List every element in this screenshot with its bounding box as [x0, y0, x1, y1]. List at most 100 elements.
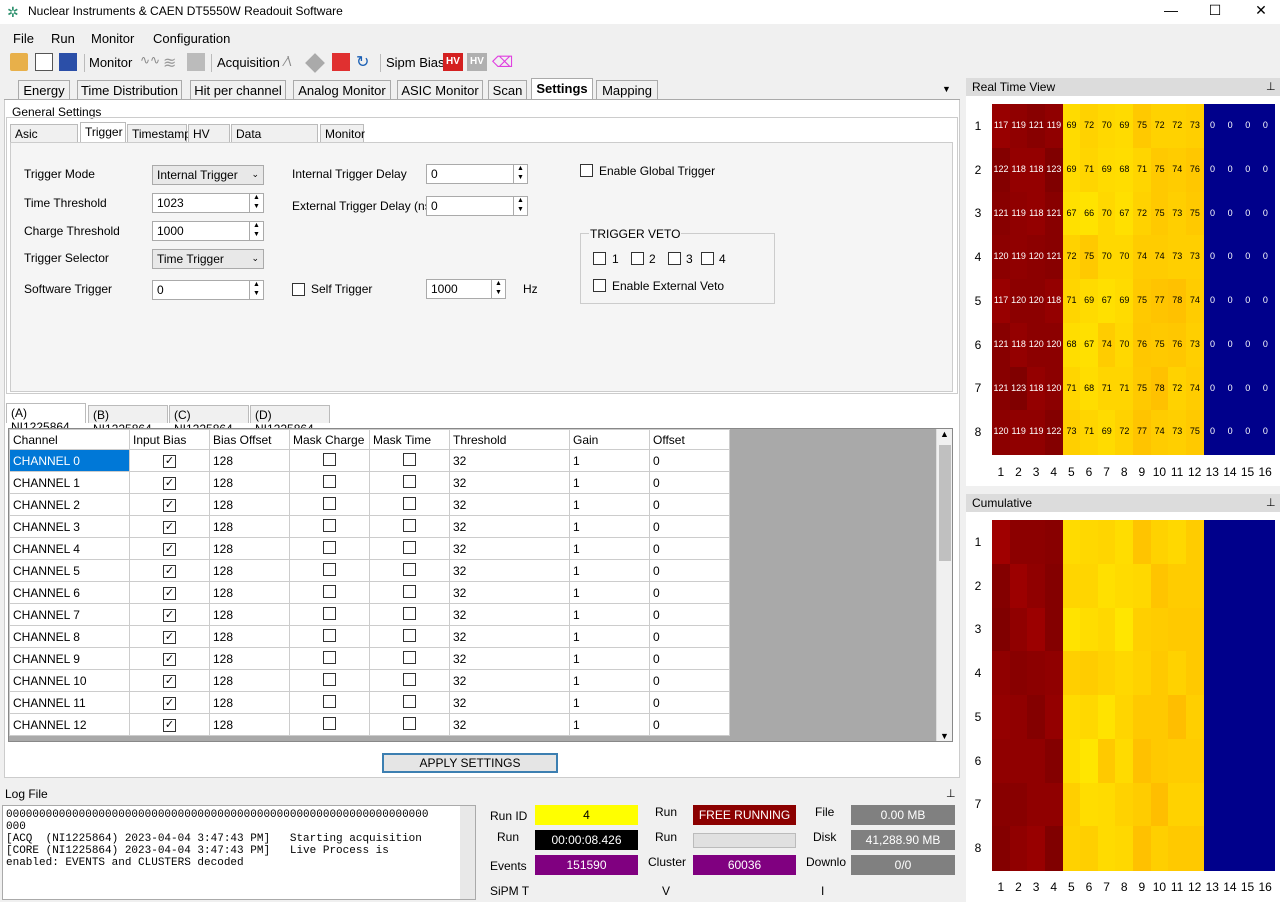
offset-cell[interactable]: 0 [649, 669, 730, 692]
menu-configuration[interactable]: Configuration [153, 31, 230, 46]
input-bias-checkbox[interactable]: ✓ [163, 477, 176, 490]
trigger-mode-select[interactable]: Internal Trigger ⌄ [152, 165, 264, 185]
tab-energy[interactable]: Energy [18, 80, 70, 100]
mask-time-checkbox[interactable] [369, 449, 450, 472]
threshold-cell[interactable]: 32 [449, 471, 570, 494]
mask-time-checkbox[interactable] [369, 603, 450, 626]
tab-asic-monitor[interactable]: ASIC Monitor [397, 80, 483, 100]
tab-analog-monitor[interactable]: Analog Monitor [293, 80, 391, 100]
hv-on-button[interactable]: HV [443, 53, 463, 71]
table-row[interactable]: CHANNEL 2 ✓ 128 32 1 0 [9, 493, 730, 516]
mask-time-checkbox[interactable] [403, 496, 416, 510]
threshold-cell[interactable]: 32 [449, 581, 570, 604]
bias-offset-cell[interactable]: 128 [209, 669, 290, 692]
input-bias-checkbox[interactable]: ✓ [163, 499, 176, 512]
mask-time-checkbox[interactable] [403, 452, 416, 466]
mask-charge-checkbox[interactable] [323, 540, 336, 554]
mask-charge-checkbox[interactable] [323, 672, 336, 686]
channel-name-cell[interactable]: CHANNEL 2 [9, 493, 130, 516]
table-row[interactable]: CHANNEL 4 ✓ 128 32 1 0 [9, 537, 730, 560]
channel-name-cell[interactable]: CHANNEL 8 [9, 625, 130, 648]
waveform-icon[interactable]: ∿∿ [140, 53, 160, 71]
new-file-icon[interactable] [35, 53, 53, 71]
gain-cell[interactable]: 1 [569, 493, 650, 516]
subtab-asic-general[interactable]: Asic General [10, 124, 78, 155]
gain-cell[interactable]: 1 [569, 669, 650, 692]
input-bias-checkbox[interactable]: ✓ [129, 493, 210, 516]
apply-settings-button[interactable]: APPLY SETTINGS [382, 753, 558, 773]
mask-charge-checkbox[interactable] [289, 581, 370, 604]
gain-cell[interactable]: 1 [569, 625, 650, 648]
table-row[interactable]: CHANNEL 1 ✓ 128 32 1 0 [9, 471, 730, 494]
channel-name-cell[interactable]: CHANNEL 6 [9, 581, 130, 604]
column-header[interactable]: Threshold [449, 429, 570, 450]
mask-charge-checkbox[interactable] [323, 606, 336, 620]
channel-name-cell[interactable]: CHANNEL 4 [9, 537, 130, 560]
bias-offset-cell[interactable]: 128 [209, 691, 290, 714]
subtab-data-processing[interactable]: Data Processing [231, 124, 318, 155]
tab-hit-per-channel[interactable]: Hit per channel [190, 80, 286, 100]
mask-time-checkbox[interactable] [403, 672, 416, 686]
bias-offset-cell[interactable]: 128 [209, 515, 290, 538]
mask-charge-checkbox[interactable] [323, 452, 336, 466]
channel-tab-d[interactable]: (D) NI1225864 [250, 405, 330, 436]
input-bias-checkbox[interactable]: ✓ [163, 653, 176, 666]
input-bias-checkbox[interactable]: ✓ [163, 565, 176, 578]
column-header[interactable]: Input Bias [129, 429, 210, 450]
bias-offset-cell[interactable]: 128 [209, 581, 290, 604]
stop-acquisition-icon[interactable] [332, 53, 350, 71]
subtab-timestamp[interactable]: Timestamp [127, 124, 191, 142]
tab-scan[interactable]: Scan [488, 80, 527, 100]
mask-time-checkbox[interactable] [403, 540, 416, 554]
realtime-pin-icon[interactable]: ⊥ [1266, 80, 1276, 93]
input-bias-checkbox[interactable]: ✓ [129, 669, 210, 692]
gain-cell[interactable]: 1 [569, 471, 650, 494]
mask-time-checkbox[interactable] [369, 493, 450, 516]
input-bias-checkbox[interactable]: ✓ [129, 559, 210, 582]
offset-cell[interactable]: 0 [649, 713, 730, 736]
mask-charge-checkbox[interactable] [289, 691, 370, 714]
mask-charge-checkbox[interactable] [289, 625, 370, 648]
hv-off-button[interactable]: HV [467, 53, 487, 71]
threshold-cell[interactable]: 32 [449, 647, 570, 670]
threshold-cell[interactable]: 32 [449, 515, 570, 538]
channel-name-cell[interactable]: CHANNEL 11 [9, 691, 130, 714]
grid-scroll-thumb[interactable] [939, 445, 951, 561]
mask-charge-checkbox[interactable] [289, 669, 370, 692]
mask-charge-checkbox[interactable] [323, 562, 336, 576]
threshold-cell[interactable]: 32 [449, 625, 570, 648]
time-threshold-input[interactable]: 1023 ▲ ▼ [152, 193, 264, 213]
threshold-cell[interactable]: 32 [449, 691, 570, 714]
input-bias-checkbox[interactable]: ✓ [163, 675, 176, 688]
maximize-icon[interactable]: ☐ [1192, 2, 1238, 22]
gain-cell[interactable]: 1 [569, 449, 650, 472]
subtab-trigger[interactable]: Trigger [80, 122, 126, 142]
bias-offset-cell[interactable]: 128 [209, 647, 290, 670]
threshold-cell[interactable]: 32 [449, 537, 570, 560]
offset-cell[interactable]: 0 [649, 603, 730, 626]
log-scrollbar[interactable] [460, 806, 475, 899]
mask-time-checkbox[interactable] [369, 647, 450, 670]
threshold-cell[interactable]: 32 [449, 493, 570, 516]
channel-name-cell[interactable]: CHANNEL 3 [9, 515, 130, 538]
subtab-monitor[interactable]: Monitor [320, 124, 365, 142]
mask-charge-checkbox[interactable] [323, 716, 336, 730]
table-row[interactable]: CHANNEL 10 ✓ 128 32 1 0 [9, 669, 730, 692]
mask-time-checkbox[interactable] [369, 669, 450, 692]
column-header[interactable]: Offset [649, 429, 730, 450]
table-row[interactable]: CHANNEL 6 ✓ 128 32 1 0 [9, 581, 730, 604]
minimize-icon[interactable]: — [1148, 2, 1194, 22]
bias-offset-cell[interactable]: 128 [209, 603, 290, 626]
input-bias-checkbox[interactable]: ✓ [163, 521, 176, 534]
channel-name-cell[interactable]: CHANNEL 9 [9, 647, 130, 670]
input-bias-checkbox[interactable]: ✓ [129, 691, 210, 714]
gain-cell[interactable]: 1 [569, 603, 650, 626]
self-trigger-input[interactable]: 1000 ▲ ▼ [426, 279, 506, 299]
cumulative-pin-icon[interactable]: ⊥ [1266, 496, 1276, 509]
offset-cell[interactable]: 0 [649, 559, 730, 582]
offset-cell[interactable]: 0 [649, 537, 730, 560]
eraser-icon[interactable]: ⌫ [492, 53, 513, 71]
table-row[interactable]: CHANNEL 0 ✓ 128 32 1 0 [9, 449, 730, 472]
channel-name-cell[interactable]: CHANNEL 7 [9, 603, 130, 626]
mask-time-checkbox[interactable] [403, 716, 416, 730]
